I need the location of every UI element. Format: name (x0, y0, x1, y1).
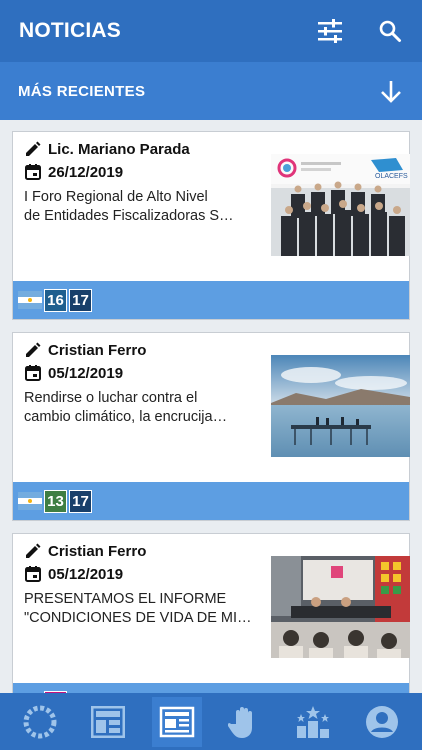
article-author: Lic. Mariano Parada (48, 140, 190, 158)
app-bar: NOTICIAS (0, 0, 422, 62)
news-feed[interactable]: Lic. Mariano Parada 26/12/2019 I Foro Re… (0, 120, 422, 693)
news-card[interactable]: Cristian Ferro 05/12/2019 Rendirse o luc… (12, 332, 410, 521)
article-headline: PRESENTAMOS EL INFORME "CONDICIONES DE V… (24, 591, 252, 626)
newspaper-icon[interactable] (151, 696, 202, 747)
ods-tags: 13 17 (13, 482, 409, 520)
pencil-icon (26, 141, 41, 156)
article-date: 05/12/2019 (48, 364, 124, 382)
news-card[interactable]: Cristian Ferro 05/12/2019 PRESENTAMOS EL… (12, 533, 410, 693)
calendar-icon (25, 365, 41, 381)
article-date: 26/12/2019 (48, 163, 124, 181)
page-title: NOTICIAS (19, 19, 121, 42)
filter-icon[interactable] (315, 16, 345, 46)
article-author: Cristian Ferro (48, 542, 147, 560)
ods-wheel-icon[interactable] (15, 697, 65, 747)
argentina-flag-icon (18, 291, 42, 309)
pencil-icon (26, 543, 41, 558)
pencil-icon (26, 342, 41, 357)
hand-icon[interactable] (220, 697, 270, 747)
ods-badge[interactable]: 17 (69, 288, 92, 312)
article-date: 05/12/2019 (48, 565, 124, 583)
argentina-flag-icon (18, 492, 42, 510)
ods-badge[interactable]: 13 (44, 489, 67, 513)
search-icon[interactable] (375, 16, 405, 46)
account-icon[interactable] (357, 697, 407, 747)
ods-tags: 16 17 (13, 281, 409, 319)
section-label: MÁS RECIENTES (18, 82, 146, 100)
ods-badge[interactable]: 16 (44, 288, 67, 312)
article-author: Cristian Ferro (48, 341, 147, 359)
ods-tags (13, 683, 409, 693)
article-headline: I Foro Regional de Alto Nivel de Entidad… (24, 189, 234, 224)
section-header: MÁS RECIENTES (0, 62, 422, 120)
article-thumbnail (271, 556, 410, 658)
calendar-icon (25, 566, 41, 582)
dashboard-icon[interactable] (83, 697, 133, 747)
svg-text:OLACEFS: OLACEFS (375, 173, 408, 180)
ods-badge[interactable]: 17 (69, 489, 92, 513)
article-headline: Rendirse o luchar contra el cambio climá… (24, 390, 228, 425)
ranking-icon[interactable] (288, 697, 338, 747)
article-thumbnail (271, 355, 410, 457)
news-card[interactable]: Lic. Mariano Parada 26/12/2019 I Foro Re… (12, 131, 410, 320)
calendar-icon (25, 164, 41, 180)
arrow-down-icon[interactable] (376, 76, 406, 106)
bottom-navigation (0, 693, 422, 750)
article-thumbnail: OLACEFS (271, 154, 410, 256)
